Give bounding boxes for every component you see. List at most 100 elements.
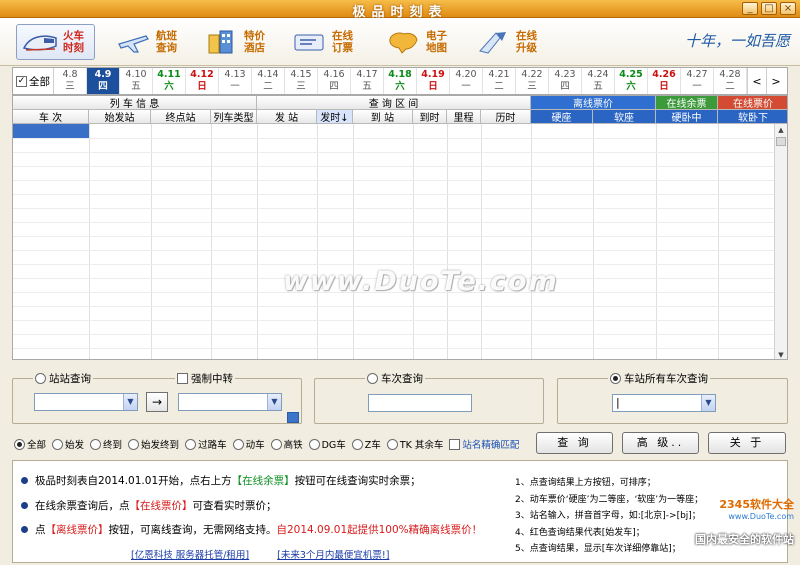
date-cell-4.24[interactable]: 4.24 五 [582, 68, 615, 94]
date-cell-4.14[interactable]: 4.14 二 [252, 68, 285, 94]
advanced-button[interactable]: 高 级.. [622, 432, 699, 454]
date-cell-4.17[interactable]: 4.17 五 [351, 68, 384, 94]
date-cell-4.20[interactable]: 4.20 一 [450, 68, 483, 94]
date-cell-4.27[interactable]: 4.27 一 [681, 68, 714, 94]
minimize-button[interactable]: _ [742, 2, 758, 15]
offline-price-button[interactable]: 离线票价 [531, 96, 656, 110]
col-terminal[interactable]: 终点站 [151, 110, 211, 124]
vertical-scrollbar[interactable]: ▲ ▼ [774, 124, 787, 359]
filter-radio[interactable] [351, 438, 363, 450]
online-price-button[interactable]: 在线票价 [718, 96, 787, 110]
col-arrive-time[interactable]: 到时 [413, 110, 447, 124]
tool-online-booking[interactable]: 在线订票 [286, 24, 363, 60]
filter-option-7[interactable]: DG车 [308, 437, 346, 451]
filter-option-2[interactable]: 终到 [90, 437, 122, 451]
chevron-down-icon[interactable]: ▼ [267, 394, 281, 410]
filter-radio[interactable] [232, 438, 244, 450]
tool-electronic-map[interactable]: 电子地图 [380, 24, 457, 60]
station-trains-radio[interactable] [610, 373, 621, 384]
station-query-radio[interactable] [35, 373, 46, 384]
filter-option-5[interactable]: 动车 [232, 437, 265, 451]
filter-radio[interactable] [14, 438, 25, 450]
col-depart-time[interactable]: 发时↓ [317, 110, 353, 124]
train-number-input[interactable] [368, 394, 472, 412]
filter-option-9[interactable]: TK 其余车 [386, 437, 443, 451]
filter-option-6[interactable]: 高铁 [270, 437, 303, 451]
date-cell-4.15[interactable]: 4.15 三 [285, 68, 318, 94]
date-cell-4.21[interactable]: 4.21 二 [483, 68, 516, 94]
filter-radio[interactable] [90, 438, 102, 450]
col-hard-seat[interactable]: 硬座 [531, 110, 593, 124]
grid-row-line [13, 306, 775, 307]
from-station-combo[interactable]: ▼ [34, 393, 138, 411]
date-cell-4.9[interactable]: 4.9 四 [87, 68, 120, 94]
train-query-radio[interactable] [367, 373, 378, 384]
date-cell-4.16[interactable]: 4.16 四 [318, 68, 351, 94]
exact-match-option[interactable]: 站名精确匹配 [449, 437, 519, 451]
table-body[interactable] [13, 124, 775, 359]
all-dates-checkbox[interactable]: ✓ 全部 [13, 68, 54, 94]
chevron-down-icon[interactable]: ▼ [123, 394, 137, 410]
selected-cell[interactable] [13, 124, 89, 138]
about-button[interactable]: 关 于 [708, 432, 786, 454]
filter-radio[interactable] [308, 438, 320, 450]
scroll-up-icon[interactable]: ▲ [775, 124, 787, 136]
col-depart-station[interactable]: 发 站 [257, 110, 317, 124]
grid-column-line [413, 124, 414, 359]
col-soft-seat[interactable]: 软座 [593, 110, 656, 124]
force-transfer-checkbox[interactable] [177, 373, 188, 384]
date-cell-4.28[interactable]: 4.28 二 [714, 68, 747, 94]
filter-option-3[interactable]: 始发终到 [128, 437, 179, 451]
date-cell-4.22[interactable]: 4.22 三 [516, 68, 549, 94]
tool-flight-query[interactable]: 航班查询 [110, 24, 187, 60]
tool-special-hotel[interactable]: 特价酒店 [198, 24, 275, 60]
to-station-combo[interactable]: ▼ [178, 393, 282, 411]
close-button[interactable]: × [780, 2, 796, 15]
weekday-label: 六 [164, 81, 174, 92]
filter-radio[interactable] [386, 438, 398, 450]
filter-option-1[interactable]: 始发 [52, 437, 84, 451]
col-train-no[interactable]: 车 次 [13, 110, 89, 124]
date-prev-button[interactable]: < [747, 68, 766, 94]
col-duration[interactable]: 历时 [481, 110, 531, 124]
filter-radio[interactable] [128, 438, 140, 450]
online-remaining-button[interactable]: 在线余票 [656, 96, 718, 110]
scroll-thumb[interactable] [776, 137, 786, 146]
date-cell-4.26[interactable]: 4.26 日 [648, 68, 681, 94]
date-cell-4.25[interactable]: 4.25 六 [615, 68, 648, 94]
date-cell-4.12[interactable]: 4.12 日 [186, 68, 219, 94]
tool-online-upgrade[interactable]: 在线升级 [470, 24, 547, 60]
swap-stations-button[interactable]: → [146, 392, 168, 412]
col-distance[interactable]: 里程 [447, 110, 481, 124]
chevron-down-icon[interactable]: ▼ [701, 395, 715, 411]
scroll-down-icon[interactable]: ▼ [775, 349, 787, 359]
col-origin[interactable]: 始发站 [89, 110, 151, 124]
col-hard-sleeper-mid[interactable]: 硬卧中 [656, 110, 718, 124]
date-cell-4.13[interactable]: 4.13 一 [219, 68, 252, 94]
date-cell-4.11[interactable]: 4.11 六 [153, 68, 186, 94]
link-cheap-flights[interactable]: [未来3个月内最便宜机票!] [277, 547, 389, 561]
date-cell-4.10[interactable]: 4.10 五 [120, 68, 153, 94]
restore-button[interactable]: □ [761, 2, 777, 15]
airplane-icon [115, 28, 151, 56]
filter-radio[interactable] [185, 438, 197, 450]
date-cell-4.23[interactable]: 4.23 四 [549, 68, 582, 94]
link-server-hosting[interactable]: [亿恩科技 服务器托管/租用] [131, 547, 249, 561]
filter-radio[interactable] [270, 438, 282, 450]
date-cell-4.8[interactable]: 4.8 三 [54, 68, 87, 94]
query-button[interactable]: 查 询 [536, 432, 613, 454]
exact-match-checkbox[interactable] [449, 438, 461, 450]
station-combo[interactable]: | ▼ [612, 394, 716, 412]
date-next-button[interactable]: > [766, 68, 785, 94]
filter-option-8[interactable]: Z车 [351, 437, 381, 451]
col-arrive-station[interactable]: 到 站 [353, 110, 413, 124]
date-cell-4.19[interactable]: 4.19 日 [417, 68, 450, 94]
filter-option-4[interactable]: 过路车 [185, 437, 227, 451]
filter-radio[interactable] [52, 438, 64, 450]
tool-train-schedule[interactable]: 火车时刻 [16, 24, 95, 60]
col-soft-sleeper-low[interactable]: 软卧下 [718, 110, 787, 124]
filter-option-0[interactable]: 全部 [14, 437, 46, 451]
col-train-type[interactable]: 列车类型 [211, 110, 257, 124]
calendar-icon[interactable] [287, 412, 299, 423]
date-cell-4.18[interactable]: 4.18 六 [384, 68, 417, 94]
